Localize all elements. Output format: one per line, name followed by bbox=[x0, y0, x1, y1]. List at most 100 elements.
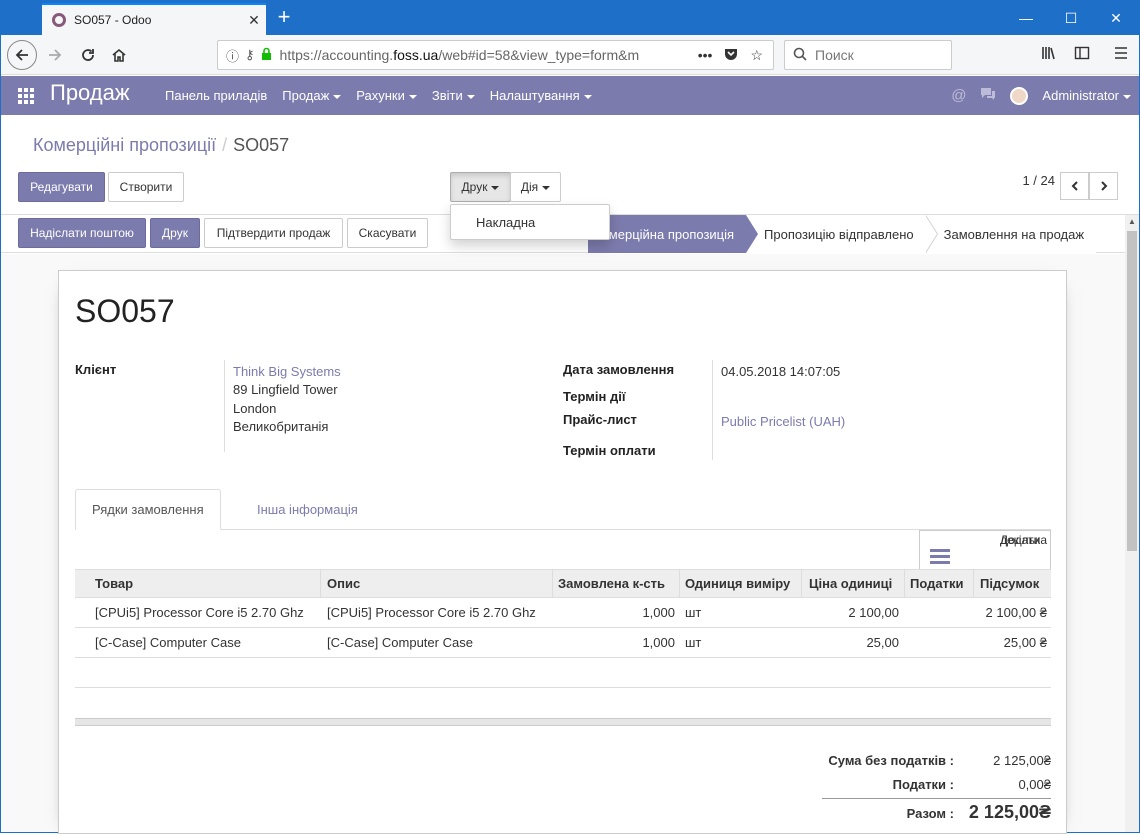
table-row[interactable]: [C-Case] Computer Case [C-Case] Computer… bbox=[75, 628, 1051, 658]
validity-label: Термін дії bbox=[563, 389, 626, 404]
url-bar[interactable]: ⓘ ⚷ https://accounting.foss.ua/web#id=58… bbox=[217, 40, 774, 70]
field-separator bbox=[712, 360, 713, 460]
cell-unit-price: 2 100,00 bbox=[848, 605, 899, 620]
order-date-label: Дата замовлення bbox=[563, 362, 675, 377]
browser-toolbar: ⓘ ⚷ https://accounting.foss.ua/web#id=58… bbox=[1, 35, 1139, 75]
order-name: SO057 bbox=[75, 293, 175, 329]
empty-table-row[interactable] bbox=[75, 658, 1051, 688]
print-menu-item-invoice[interactable]: Накладна bbox=[476, 215, 535, 230]
chat-icon[interactable] bbox=[980, 87, 996, 105]
page-actions-icon[interactable]: ••• bbox=[698, 47, 713, 64]
lock-icon[interactable] bbox=[261, 47, 272, 63]
breadcrumb-separator: / bbox=[222, 135, 228, 155]
apps-grid-icon[interactable] bbox=[18, 88, 34, 104]
forward-arrow-icon bbox=[49, 49, 62, 61]
back-button[interactable] bbox=[7, 40, 37, 70]
window-maximize-button[interactable]: ☐ bbox=[1048, 1, 1094, 35]
confirm-sale-button[interactable]: Підтвердити продаж bbox=[204, 218, 343, 248]
column-header-product[interactable]: Товар bbox=[95, 576, 133, 591]
search-icon bbox=[793, 47, 807, 64]
scroll-up-arrow-icon[interactable]: ▲ bbox=[1125, 215, 1139, 229]
browser-window: SO057 - Odoo ✕ + — ☐ ✕ ⓘ ⚷ https://accou… bbox=[0, 0, 1140, 834]
home-icon bbox=[112, 48, 126, 62]
cell-quantity: 1,000 bbox=[642, 605, 675, 620]
totals-divider bbox=[822, 798, 1051, 799]
pricelist-link[interactable]: Public Pricelist (UAH) bbox=[721, 414, 845, 429]
column-header-unit-price[interactable]: Ціна одиниці bbox=[809, 576, 892, 591]
cell-product: [C-Case] Computer Case bbox=[95, 635, 241, 650]
chevron-left-icon bbox=[1071, 181, 1078, 191]
app-menu: Панель приладів Продаж Рахунки Звіти Нал… bbox=[165, 76, 607, 115]
menu-configuration[interactable]: Налаштування bbox=[490, 88, 600, 103]
menu-invoicing[interactable]: Рахунки bbox=[356, 88, 425, 103]
send-by-email-button[interactable]: Надіслати поштою bbox=[18, 218, 146, 248]
customer-link[interactable]: Think Big Systems bbox=[233, 364, 341, 379]
key-icon[interactable]: ⚷ bbox=[245, 47, 255, 63]
browser-tab-bar: SO057 - Odoo ✕ + — ☐ ✕ bbox=[1, 1, 1139, 35]
search-bar[interactable]: Поиск bbox=[784, 40, 952, 70]
odoo-main-navbar: Продаж Панель приладів Продаж Рахунки Зв… bbox=[1, 76, 1139, 115]
column-header-uom[interactable]: Одиниця виміру bbox=[685, 576, 790, 591]
pager-next-button[interactable] bbox=[1089, 172, 1118, 200]
column-header-subtotal[interactable]: Підсумок bbox=[980, 576, 1039, 591]
scroll-thumb[interactable] bbox=[1127, 231, 1137, 551]
user-avatar[interactable] bbox=[1010, 86, 1029, 105]
stage-sales-order: Замовлення на продаж bbox=[925, 215, 1097, 253]
list-icon bbox=[930, 549, 950, 565]
print-button[interactable]: Друк bbox=[150, 218, 200, 248]
browser-tab[interactable]: SO057 - Odoo ✕ bbox=[42, 3, 266, 35]
column-header-description[interactable]: Опис bbox=[327, 576, 360, 591]
home-button[interactable] bbox=[105, 41, 133, 69]
breadcrumb-quotations-link[interactable]: Комерційні пропозиції bbox=[33, 135, 216, 155]
app-brand[interactable]: Продаж bbox=[50, 80, 130, 106]
breadcrumb-current: SO057 bbox=[233, 135, 290, 155]
total-label: Разом : bbox=[906, 806, 954, 821]
tab-close-icon[interactable]: ✕ bbox=[242, 12, 266, 29]
menu-dashboard[interactable]: Панель приладів bbox=[165, 88, 275, 103]
column-header-quantity[interactable]: Замовлена к-сть bbox=[558, 576, 665, 591]
tab-title: SO057 - Odoo bbox=[74, 13, 152, 27]
sidebar-icon[interactable] bbox=[1074, 45, 1090, 66]
menu-reports[interactable]: Звіти bbox=[432, 88, 483, 103]
action-dropdown-button[interactable]: Дія bbox=[510, 172, 561, 202]
window-minimize-button[interactable]: — bbox=[1003, 1, 1049, 35]
menu-sales[interactable]: Продаж bbox=[282, 88, 349, 103]
user-menu[interactable]: Administrator bbox=[1042, 88, 1131, 103]
chevron-right-icon bbox=[1100, 181, 1107, 191]
customer-address-line: London bbox=[233, 401, 277, 416]
print-dropdown-button[interactable]: Друк bbox=[450, 172, 511, 202]
forward-button[interactable] bbox=[41, 41, 69, 69]
hamburger-menu-icon[interactable] bbox=[1113, 45, 1129, 66]
table-header: Товар Опис Замовлена к-сть Одиниця вимір… bbox=[75, 569, 1051, 598]
column-header-taxes[interactable]: Податки bbox=[910, 576, 963, 591]
pager-value: 1 / 24 bbox=[1022, 173, 1055, 188]
control-panel: Комерційні пропозиції / SO057 Редагувати С… bbox=[1, 115, 1139, 215]
bookmark-star-icon[interactable]: ☆ bbox=[750, 47, 763, 64]
reload-button[interactable] bbox=[74, 41, 102, 69]
new-tab-button[interactable]: + bbox=[272, 5, 296, 31]
at-mention-icon[interactable]: @ bbox=[951, 87, 966, 104]
tab-order-lines[interactable]: Рядки замовлення bbox=[75, 489, 221, 530]
pager-previous-button[interactable] bbox=[1060, 172, 1089, 200]
library-icon[interactable] bbox=[1041, 45, 1057, 66]
customer-address-line: 89 Lingfield Tower bbox=[233, 382, 338, 397]
cell-description: [C-Case] Computer Case bbox=[327, 635, 473, 650]
create-button[interactable]: Створити bbox=[108, 172, 184, 202]
cancel-button[interactable]: Скасувати bbox=[347, 218, 428, 248]
info-icon[interactable]: ⓘ bbox=[226, 46, 239, 65]
pricelist-label: Прайс-лист bbox=[563, 412, 637, 427]
add-multiple-button[interactable]: Додати декілька bbox=[919, 530, 1051, 570]
taxes-label: Податки : bbox=[892, 777, 954, 792]
pocket-icon[interactable] bbox=[724, 47, 738, 64]
stage-quotation: Комерційна пропозиція bbox=[588, 215, 759, 253]
print-dropdown-menu: Накладна bbox=[450, 204, 610, 240]
tab-other-info[interactable]: Інша інформація bbox=[241, 489, 374, 530]
edit-button[interactable]: Редагувати bbox=[18, 172, 105, 202]
customer-address-line: Великобританія bbox=[233, 419, 329, 434]
window-close-button[interactable]: ✕ bbox=[1093, 1, 1139, 35]
page-scrollbar[interactable]: ▲ bbox=[1125, 215, 1139, 832]
cell-subtotal: 2 100,00 ₴ bbox=[985, 605, 1047, 620]
breadcrumb: Комерційні пропозиції / SO057 bbox=[33, 135, 289, 156]
url-text[interactable]: https://accounting.foss.ua/web#id=58&vie… bbox=[280, 47, 698, 63]
table-row[interactable]: [CPUi5] Processor Core i5 2.70 Ghz [CPUi… bbox=[75, 598, 1051, 628]
